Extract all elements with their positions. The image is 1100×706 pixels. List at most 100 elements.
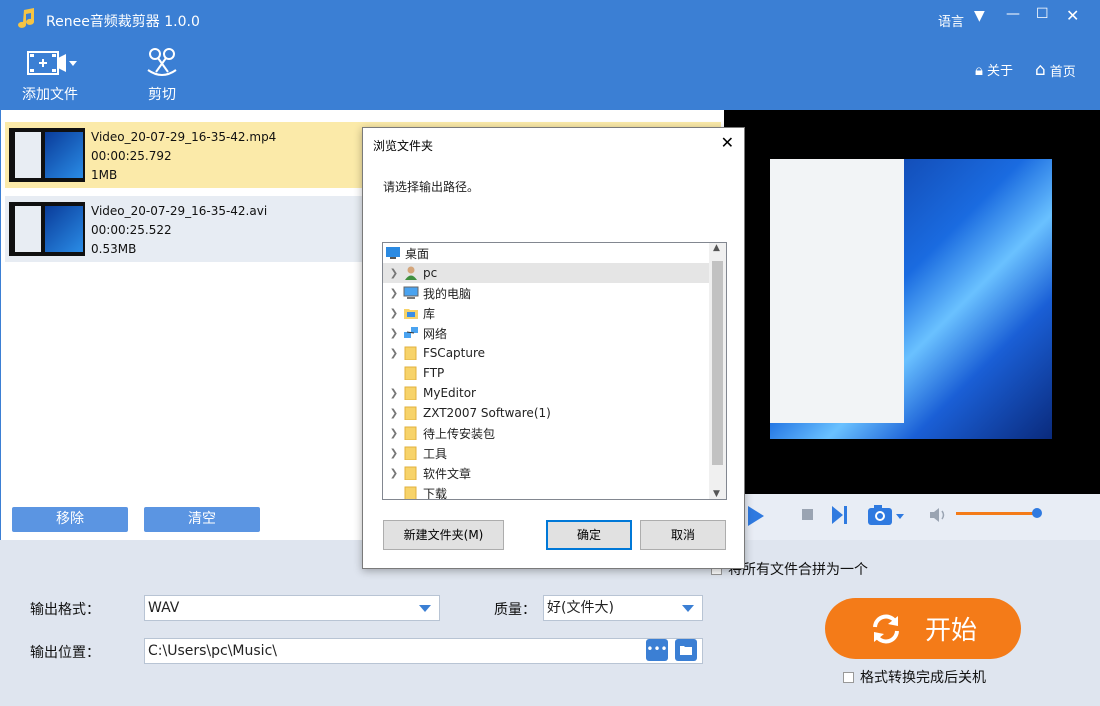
tree-item[interactable]: ❯ 我的电脑 — [383, 283, 709, 303]
chevron-right-icon[interactable]: ❯ — [387, 308, 401, 319]
tree-item-label: 库 — [423, 306, 436, 321]
merge-label: 将所有文件合拼为一个 — [728, 562, 868, 578]
folder-icon — [403, 346, 419, 361]
output-format-value: WAV — [148, 600, 180, 616]
minimize-icon[interactable]: — — [1006, 6, 1020, 22]
add-file-label: 添加文件 — [22, 87, 78, 103]
scroll-down-icon[interactable]: ▼ — [713, 489, 720, 499]
tree-item-label: 我的电脑 — [423, 286, 472, 301]
tree-item-label: 网络 — [423, 326, 448, 341]
shutdown-checkbox[interactable] — [843, 672, 854, 683]
open-folder-button[interactable] — [675, 639, 697, 661]
folder-open-icon — [680, 646, 692, 655]
next-frame-icon[interactable] — [830, 504, 850, 526]
file-size: 1MB — [91, 168, 118, 182]
snapshot-icon[interactable] — [866, 502, 906, 528]
tree-item-label: ZXT2007 Software(1) — [423, 406, 551, 420]
tree-item-label: 待上传安装包 — [423, 426, 496, 441]
about-link[interactable]: 🔒︎ 关于 — [975, 60, 1013, 80]
stop-icon[interactable] — [800, 507, 816, 523]
volume-slider-handle[interactable] — [1032, 508, 1042, 518]
more-options-button[interactable]: ••• — [646, 639, 668, 661]
scroll-up-icon[interactable]: ▲ — [713, 243, 720, 253]
chevron-right-icon[interactable]: ❯ — [387, 288, 401, 299]
chevron-down-icon — [419, 605, 431, 612]
tree-item-label: pc — [423, 266, 438, 280]
output-format-select[interactable]: WAV — [144, 595, 440, 621]
tree-item[interactable]: ❯ pc — [383, 263, 709, 283]
tree-item[interactable]: 桌面 — [383, 243, 709, 263]
tree-item-label: 工具 — [423, 446, 448, 461]
scissors-icon — [147, 48, 177, 76]
chevron-right-icon[interactable]: ❯ — [387, 348, 401, 359]
close-icon[interactable]: ✕ — [1066, 6, 1079, 25]
language-dropdown-icon[interactable]: ▼ — [974, 8, 985, 24]
tree-item[interactable]: 下载 — [383, 483, 709, 500]
tree-item[interactable]: ❯ 软件文章 — [383, 463, 709, 483]
tree-item[interactable]: ❯ 工具 — [383, 443, 709, 463]
tree-item[interactable]: ❯ FSCapture — [383, 343, 709, 363]
player-controls — [724, 494, 1100, 540]
file-duration: 00:00:25.792 — [91, 149, 172, 163]
app-title: Renee音频裁剪器 1.0.0 — [46, 14, 200, 30]
start-button[interactable]: 开始 — [825, 598, 1021, 659]
tree-item[interactable]: FTP — [383, 363, 709, 383]
chevron-right-icon[interactable]: ❯ — [387, 328, 401, 339]
scrollbar-thumb[interactable] — [712, 261, 723, 465]
music-note-icon — [18, 8, 34, 28]
clear-button[interactable]: 清空 — [144, 507, 260, 532]
refresh-icon — [872, 614, 899, 643]
title-toolbar: Renee音频裁剪器 1.0.0 语言 ▼ — ☐ ✕ 添加文件 剪切 🔒︎ 关… — [0, 0, 1100, 110]
remove-button[interactable]: 移除 — [12, 507, 128, 532]
cancel-button[interactable]: 取消 — [640, 520, 726, 550]
dialog-close-icon[interactable]: ✕ — [721, 133, 734, 152]
folder-icon — [403, 366, 419, 381]
chevron-right-icon[interactable]: ❯ — [387, 448, 401, 459]
tree-item-label: 软件文章 — [423, 466, 472, 481]
output-location-label: 输出位置： — [30, 645, 100, 661]
tree-item[interactable]: ❯ MyEditor — [383, 383, 709, 403]
output-location-value: C:\Users\pc\Music\ — [148, 643, 277, 659]
shutdown-label: 格式转换完成后关机 — [860, 670, 986, 686]
volume-icon[interactable] — [928, 506, 948, 524]
start-label: 开始 — [924, 616, 977, 646]
language-menu[interactable]: 语言 — [938, 11, 964, 30]
home-link[interactable]: ⌂ 首页 — [1035, 60, 1076, 80]
user-icon — [403, 266, 419, 280]
home-label: 首页 — [1049, 64, 1076, 80]
home-icon: ⌂ — [1035, 60, 1046, 80]
new-folder-button[interactable]: 新建文件夹(M) — [383, 520, 504, 550]
output-location-field[interactable]: C:\Users\pc\Music\ — [144, 638, 703, 664]
tree-item[interactable]: ❯ 待上传安装包 — [383, 423, 709, 443]
cut-button[interactable]: 剪切 — [122, 46, 202, 104]
quality-select[interactable]: 好(文件大) — [543, 595, 703, 621]
ok-button[interactable]: 确定 — [546, 520, 632, 550]
preview-frame — [770, 159, 1052, 439]
quality-label: 质量： — [494, 602, 536, 618]
tree-scrollbar[interactable]: ▲ ▼ — [709, 243, 726, 499]
quality-value: 好(文件大) — [547, 600, 614, 616]
chevron-right-icon[interactable]: ❯ — [387, 268, 401, 279]
video-thumbnail — [9, 128, 85, 182]
tree-item-label: 下载 — [423, 486, 448, 500]
tree-item-label: MyEditor — [423, 386, 476, 400]
tree-item[interactable]: ❯ 库 — [383, 303, 709, 323]
folder-icon — [403, 446, 419, 461]
add-file-button[interactable]: 添加文件 — [10, 46, 90, 104]
tree-item[interactable]: ❯ ZXT2007 Software(1) — [383, 403, 709, 423]
tree-item[interactable]: ❯ 网络 — [383, 323, 709, 343]
chevron-right-icon[interactable]: ❯ — [387, 468, 401, 479]
folder-icon — [403, 426, 419, 441]
chevron-right-icon[interactable]: ❯ — [387, 408, 401, 419]
file-duration: 00:00:25.522 — [91, 223, 172, 237]
cut-label: 剪切 — [148, 87, 176, 103]
volume-slider[interactable] — [956, 512, 1036, 515]
lock-icon: 🔒︎ — [975, 60, 983, 79]
chevron-right-icon[interactable]: ❯ — [387, 428, 401, 439]
file-size: 0.53MB — [91, 242, 137, 256]
folder-icon — [403, 386, 419, 401]
add-video-icon — [27, 51, 77, 75]
maximize-icon[interactable]: ☐ — [1036, 6, 1049, 22]
chevron-right-icon[interactable]: ❯ — [387, 388, 401, 399]
about-label: 关于 — [986, 64, 1013, 79]
